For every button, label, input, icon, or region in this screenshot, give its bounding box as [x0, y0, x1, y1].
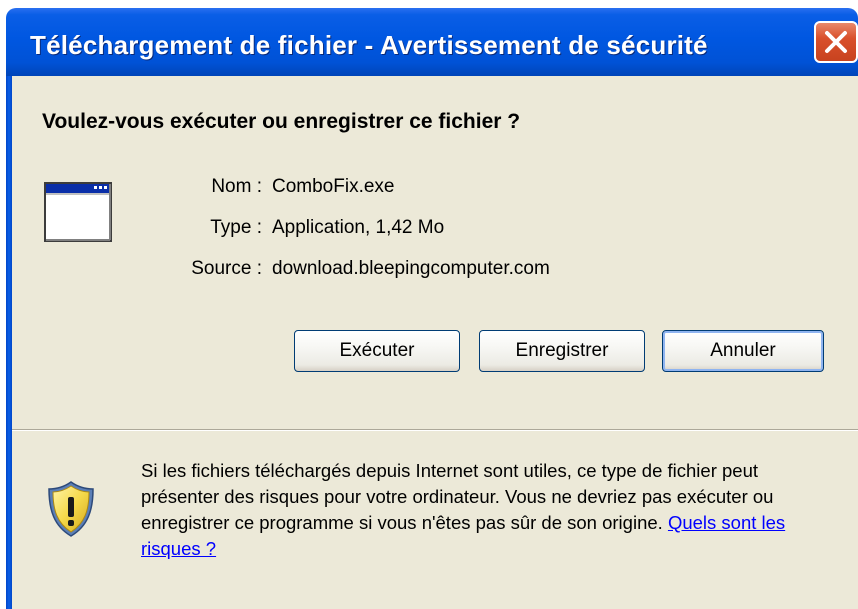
close-icon: [825, 31, 847, 53]
title-bar[interactable]: Téléchargement de fichier - Avertissemen…: [6, 8, 858, 76]
file-type-label: Type :: [210, 217, 262, 238]
file-name-row: Nom : ComboFix.exe: [12, 176, 858, 202]
dialog-body: Voulez-vous exécuter ou enregistrer ce f…: [12, 76, 858, 609]
file-source-value: download.bleepingcomputer.com: [272, 258, 550, 279]
file-name-label: Nom :: [211, 176, 262, 197]
close-button[interactable]: [814, 21, 858, 63]
file-name-value: ComboFix.exe: [272, 176, 395, 197]
security-warning-dialog: Téléchargement de fichier - Avertissemen…: [0, 0, 858, 609]
file-source-label: Source :: [191, 258, 262, 279]
file-source-row: Source : download.bleepingcomputer.com: [12, 258, 858, 284]
file-type-value: Application, 1,42 Mo: [272, 217, 445, 238]
window-title: Téléchargement de fichier - Avertissemen…: [30, 30, 708, 60]
run-button[interactable]: Exécuter: [294, 330, 460, 372]
separator: [12, 429, 858, 431]
dialog-heading: Voulez-vous exécuter ou enregistrer ce f…: [42, 110, 521, 133]
security-warning-message: Si les fichiers téléchargés depuis Inter…: [141, 458, 841, 562]
save-button[interactable]: Enregistrer: [479, 330, 645, 372]
security-shield-warning-icon: [48, 481, 94, 537]
file-type-row: Type : Application, 1,42 Mo: [12, 217, 858, 243]
cancel-button[interactable]: Annuler: [662, 330, 824, 372]
